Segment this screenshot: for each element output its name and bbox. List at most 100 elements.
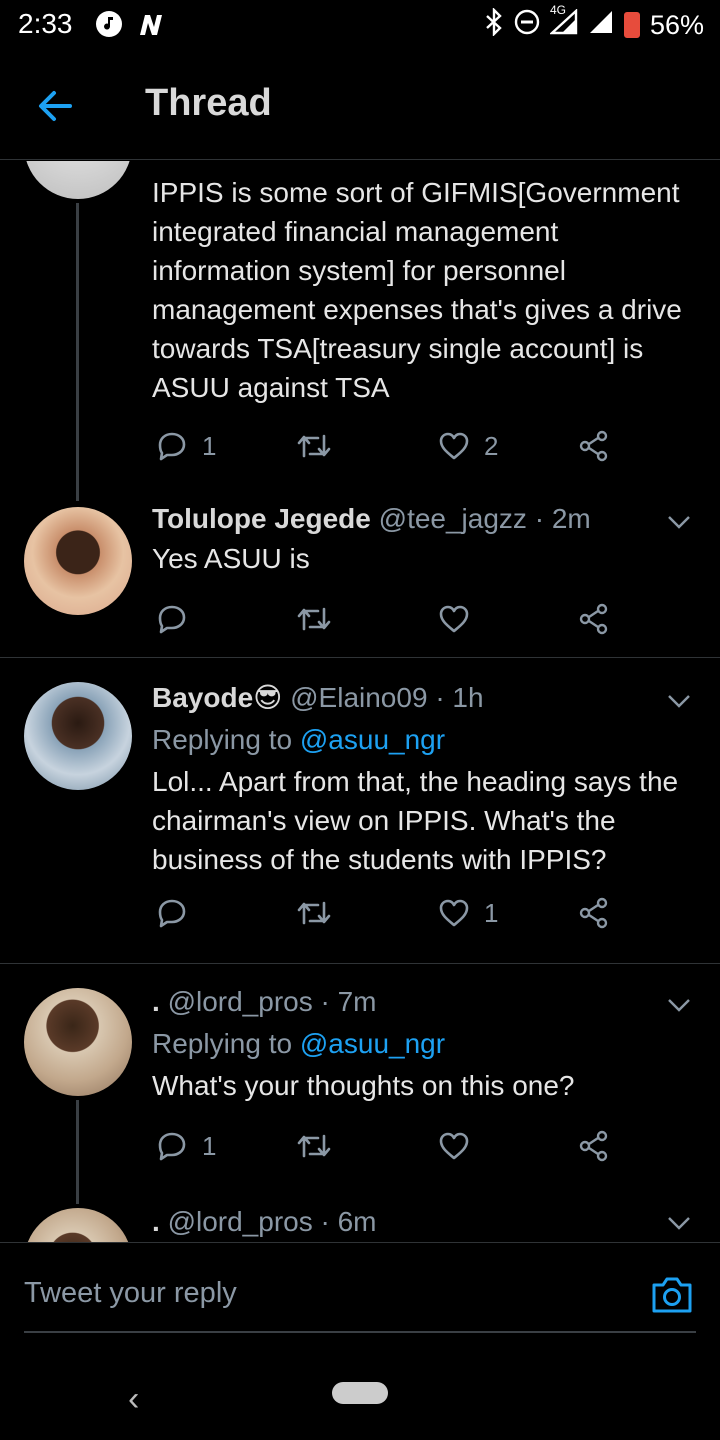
chevron-down-icon[interactable] <box>666 992 692 1018</box>
input-underline <box>24 1331 696 1333</box>
author-handle[interactable]: @Elaino09 <box>290 682 427 713</box>
reply-icon <box>158 605 186 634</box>
share-button[interactable] <box>578 1124 610 1168</box>
retweet-icon <box>297 607 331 631</box>
heart-icon <box>439 899 469 927</box>
mention-link[interactable]: @asuu_ngr <box>300 724 445 755</box>
tweet-text: IPPIS is some sort of GIFMIS[Government … <box>152 177 682 403</box>
back-arrow-icon[interactable] <box>34 84 78 128</box>
avatar[interactable] <box>24 507 132 615</box>
signal-icon: 4G <box>548 3 578 42</box>
like-button[interactable] <box>438 1124 484 1168</box>
tweet-header: . @lord_pros · 6m <box>152 1204 692 1240</box>
retweet-button[interactable] <box>296 597 346 641</box>
tweet-time: · 7m <box>320 986 377 1017</box>
replying-prefix: Replying to <box>152 1028 300 1059</box>
camera-icon[interactable] <box>650 1275 694 1315</box>
reply-icon <box>158 432 186 461</box>
tweet-text: Lol... Apart from that, the heading says… <box>152 766 679 875</box>
like-button[interactable]: 1 <box>438 891 498 935</box>
bluetooth-icon <box>484 6 504 43</box>
nav-back-icon[interactable]: ‹ <box>128 1380 139 1419</box>
page-title: Thread <box>145 82 272 124</box>
battery-percent: 56% <box>649 9 704 40</box>
heart-icon <box>439 1132 469 1160</box>
nav-home-pill[interactable] <box>332 1382 388 1404</box>
share-button[interactable] <box>578 424 610 468</box>
author-handle[interactable]: @tee_jagzz <box>379 503 527 534</box>
reply-button[interactable]: 1 <box>156 424 216 468</box>
tweet-actions: 1 <box>152 1124 632 1168</box>
reply-count: 1 <box>202 430 217 461</box>
tweet-time: · 2m <box>534 503 591 534</box>
share-icon <box>579 430 608 462</box>
chevron-down-icon[interactable] <box>666 509 692 535</box>
tweet-text: Yes ASUU is <box>152 543 310 574</box>
tweet-item[interactable]: . @lord_pros · 6m <box>0 1204 720 1242</box>
reply-button[interactable] <box>156 597 202 641</box>
avatar[interactable] <box>24 988 132 1096</box>
author-name[interactable]: . <box>152 1206 160 1237</box>
avatar[interactable] <box>24 1208 132 1242</box>
tweet-item[interactable]: . @lord_pros · 7m Replying to @asuu_ngr … <box>0 964 720 1204</box>
reply-icon <box>158 899 186 928</box>
tweet-actions: 1 <box>152 891 632 935</box>
status-time: 2:33 <box>18 8 73 39</box>
author-name[interactable]: Bayode😎 <box>152 682 282 713</box>
retweet-button[interactable] <box>296 1124 346 1168</box>
like-button[interactable] <box>438 597 484 641</box>
heart-icon <box>439 432 469 460</box>
retweet-icon <box>297 434 331 458</box>
reply-input[interactable]: Tweet your reply <box>24 1277 237 1310</box>
retweet-button[interactable] <box>296 424 346 468</box>
signal-full-icon <box>588 9 614 42</box>
tweet-text: What's your thoughts on this one? <box>152 1070 575 1101</box>
share-icon <box>579 897 608 929</box>
heart-icon <box>439 605 469 633</box>
tweet-item[interactable]: Bayode😎 @Elaino09 · 1h Replying to @asuu… <box>0 658 720 963</box>
author-name[interactable]: Tolulope Jegede <box>152 503 371 534</box>
reply-icon <box>158 1132 186 1161</box>
thread-feed[interactable]: IPPIS is some sort of GIFMIS[Government … <box>0 161 720 1242</box>
reply-composer: Tweet your reply <box>0 1242 720 1362</box>
replying-to: Replying to @asuu_ngr <box>152 1024 692 1064</box>
tweet-time: · 1h <box>435 682 484 713</box>
mention-link[interactable]: @asuu_ngr <box>300 1028 445 1059</box>
like-button[interactable]: 2 <box>438 424 498 468</box>
do-not-disturb-icon <box>514 9 540 42</box>
author-handle[interactable]: @lord_pros <box>168 986 313 1017</box>
author-handle[interactable]: @lord_pros <box>168 1206 313 1237</box>
battery-icon <box>623 12 640 38</box>
system-nav-bar: ‹ <box>0 1362 720 1440</box>
like-count: 2 <box>484 430 499 461</box>
tweet-actions: 1 2 <box>152 424 632 468</box>
thread-connector <box>76 203 79 501</box>
music-note-icon <box>96 11 122 37</box>
chevron-down-icon[interactable] <box>666 1210 692 1236</box>
tweet-item[interactable]: IPPIS is some sort of GIFMIS[Government … <box>0 161 720 501</box>
avatar[interactable] <box>24 682 132 790</box>
reply-count: 1 <box>202 1130 217 1161</box>
tweet-time: · 6m <box>320 1206 377 1237</box>
app-bar: Thread <box>0 50 720 160</box>
share-button[interactable] <box>578 891 610 935</box>
thread-connector <box>76 1100 79 1204</box>
like-count: 1 <box>484 897 499 928</box>
author-name[interactable]: . <box>152 986 160 1017</box>
avatar[interactable] <box>24 161 132 199</box>
share-icon <box>579 1130 608 1162</box>
reply-button[interactable] <box>156 891 202 935</box>
tweet-header: . @lord_pros · 7m <box>152 984 692 1020</box>
retweet-icon <box>297 901 331 925</box>
chevron-down-icon[interactable] <box>666 688 692 714</box>
retweet-button[interactable] <box>296 891 346 935</box>
tweet-item[interactable]: Tolulope Jegede @tee_jagzz · 2m Yes ASUU… <box>0 501 720 657</box>
tweet-actions <box>152 597 632 641</box>
tweet-header: Tolulope Jegede @tee_jagzz · 2m <box>152 501 692 537</box>
reply-button[interactable]: 1 <box>156 1124 216 1168</box>
share-button[interactable] <box>578 597 610 641</box>
notification-n-icon <box>136 11 162 37</box>
replying-to: Replying to @asuu_ngr <box>152 720 692 760</box>
replying-prefix: Replying to <box>152 724 300 755</box>
share-icon <box>579 603 608 635</box>
